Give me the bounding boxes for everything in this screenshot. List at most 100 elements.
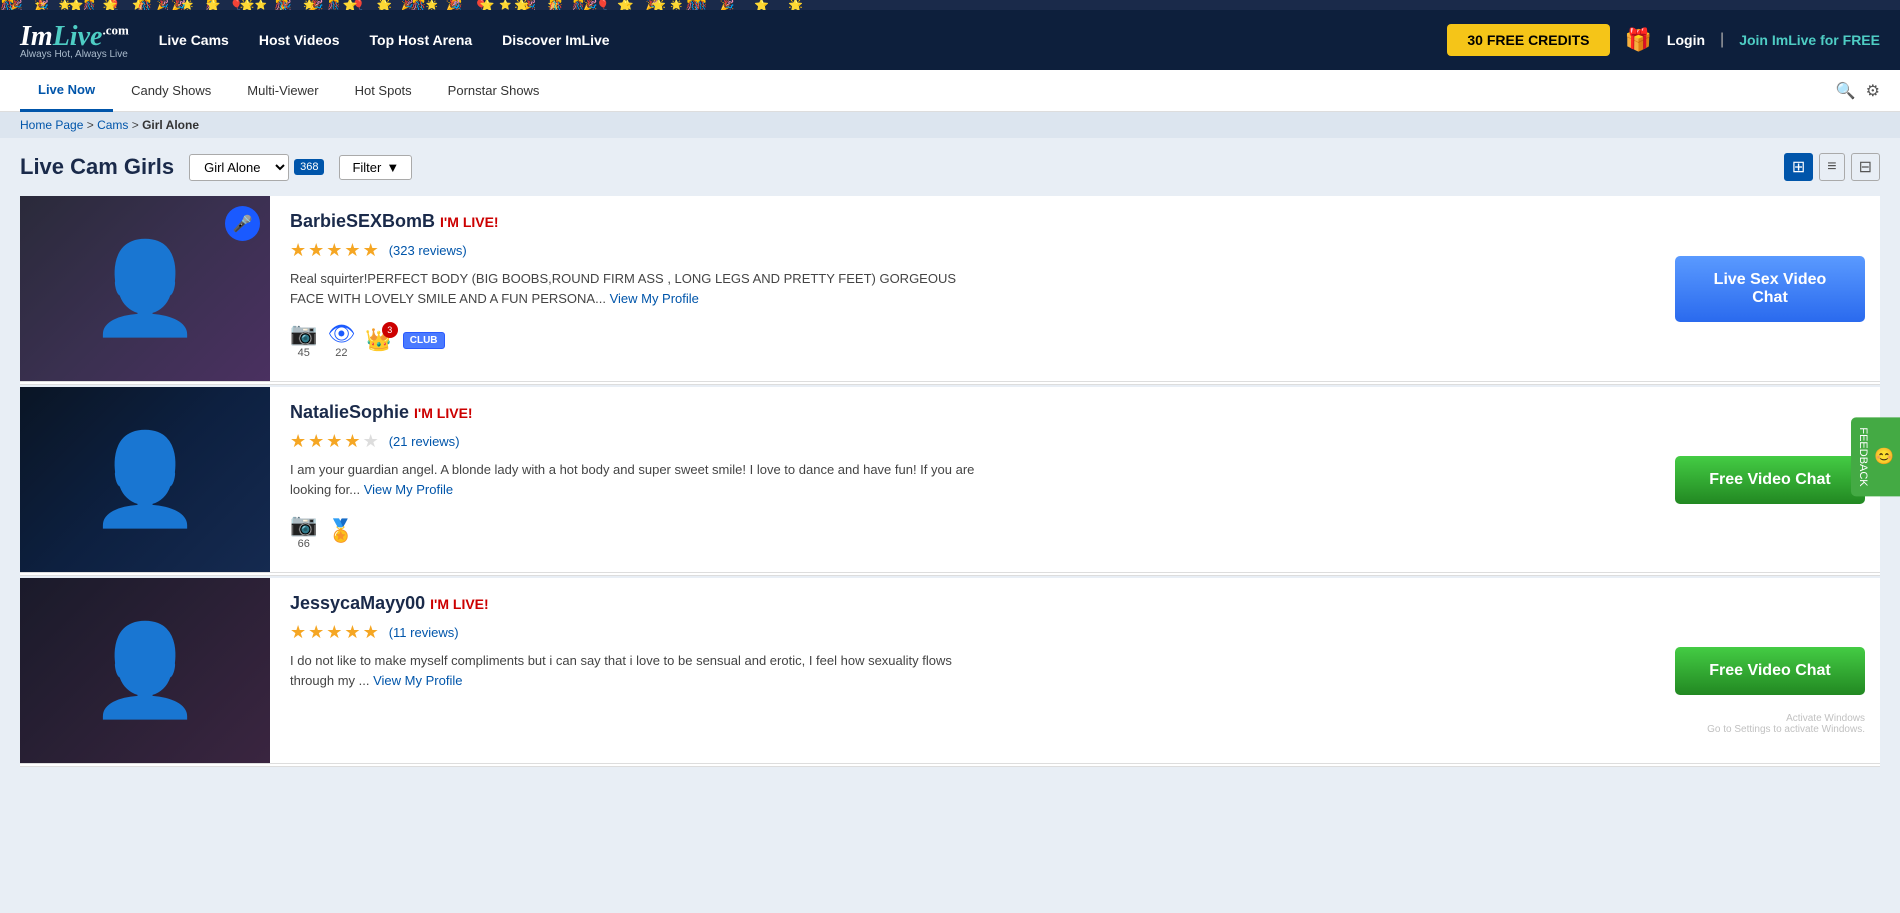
logo-tagline: Always Hot, Always Live — [20, 49, 129, 60]
join-link[interactable]: Join ImLive for FREE — [1739, 32, 1880, 48]
confetti-bar: 🎉⭐🌟🎊🎈⭐🎉🌟🎊🎈⭐🎉🌟🎊🎈⭐🎉🌟🎊🎈⭐🎉🌟🎊🎈⭐🎉🌟🎊 — [0, 0, 1900, 10]
reviews-link[interactable]: (323 reviews) — [389, 243, 467, 258]
model-name-row: NatalieSophie I'M LIVE! — [290, 402, 1640, 423]
model-thumbnail[interactable]: 👤 — [20, 387, 270, 572]
model-description: I am your guardian angel. A blonde lady … — [290, 460, 990, 499]
award-icon: 🏅 — [327, 518, 354, 544]
view-list-button[interactable]: ≡ — [1819, 153, 1844, 181]
viewers-count: 22 — [335, 347, 347, 359]
nav-host-videos[interactable]: Host Videos — [259, 32, 340, 48]
tab-live-now[interactable]: Live Now — [20, 70, 113, 112]
category-filter: Girl Alone 368 — [189, 154, 324, 181]
camera-icon: 📷 — [290, 321, 317, 347]
camera-icon: 📷 — [290, 512, 317, 538]
reviews-link[interactable]: (11 reviews) — [389, 625, 459, 640]
breadcrumb: Home Page > Cams > Girl Alone — [0, 112, 1900, 138]
logo: ImLive.com Always Hot, Always Live — [20, 21, 129, 60]
tab-multi-viewer[interactable]: Multi-Viewer — [229, 70, 336, 112]
live-sex-video-chat-button[interactable]: Live Sex Video Chat — [1675, 256, 1865, 322]
club-label: CLUB — [403, 332, 445, 349]
nav-top-host-arena[interactable]: Top Host Arena — [370, 32, 473, 48]
model-name[interactable]: BarbieSEXBomB — [290, 211, 435, 232]
filter-button[interactable]: Filter ▼ — [339, 155, 412, 180]
model-name-row: JessycaMayy00 I'M LIVE! — [290, 593, 1640, 614]
free-video-chat-button-2[interactable]: Free Video Chat — [1675, 647, 1865, 695]
model-list: 👤 🎤 BarbieSEXBomB I'M LIVE! ★ ★ ★ ★ — [20, 196, 1880, 769]
feedback-tab[interactable]: 😊 FEEDBACK — [1851, 417, 1900, 496]
star-rating: ★ ★ ★ ★ ★ — [290, 431, 379, 452]
view-profile-link[interactable]: View My Profile — [373, 673, 462, 688]
live-status-badge: I'M LIVE! — [440, 214, 499, 230]
search-icon[interactable]: 🔍 — [1836, 81, 1856, 101]
free-video-chat-button[interactable]: Free Video Chat — [1675, 456, 1865, 504]
table-row: 👤 JessycaMayy00 I'M LIVE! ★ ★ ★ ★ ★ — [20, 578, 1880, 767]
view-profile-link[interactable]: View My Profile — [610, 291, 699, 306]
model-name[interactable]: NatalieSophie — [290, 402, 409, 423]
model-action: Free Video Chat — [1660, 387, 1880, 572]
nav-live-cams[interactable]: Live Cams — [159, 32, 229, 48]
category-select[interactable]: Girl Alone — [189, 154, 289, 181]
model-thumbnail[interactable]: 👤 🎤 — [20, 196, 270, 381]
tab-hot-spots[interactable]: Hot Spots — [337, 70, 430, 112]
filter-settings-icon[interactable]: ⚙ — [1866, 81, 1880, 101]
feedback-emoji: 😊 — [1874, 446, 1894, 466]
breadcrumb-cams[interactable]: Cams — [97, 118, 128, 132]
viewers-badge: 🏅 — [327, 518, 354, 544]
star-rating: ★ ★ ★ ★ ★ — [290, 240, 379, 261]
sub-nav-right: 🔍 ⚙ — [1836, 81, 1880, 101]
watermark-text: Activate Windows — [1707, 713, 1865, 724]
model-card-jessyca: 👤 JessycaMayy00 I'M LIVE! ★ ★ ★ ★ ★ — [20, 578, 1880, 764]
tab-pornstar-shows[interactable]: Pornstar Shows — [430, 70, 558, 112]
tab-candy-shows[interactable]: Candy Shows — [113, 70, 229, 112]
model-info: BarbieSEXBomB I'M LIVE! ★ ★ ★ ★ ★ (323 r… — [270, 196, 1660, 381]
filter-chevron-icon: ▼ — [386, 160, 399, 175]
nav-discover-imlive[interactable]: Discover ImLive — [502, 32, 609, 48]
rating-row: ★ ★ ★ ★ ★ (11 reviews) — [290, 622, 1640, 643]
filter-label: Filter — [352, 160, 381, 175]
header-right: 30 FREE CREDITS 🎁 Login | Join ImLive fo… — [1447, 24, 1880, 56]
mic-icon: 🎤 — [225, 206, 260, 241]
camera-count: 66 — [298, 538, 310, 550]
model-name[interactable]: JessycaMayy00 — [290, 593, 425, 614]
table-row: 👤 🎤 BarbieSEXBomB I'M LIVE! ★ ★ ★ ★ — [20, 196, 1880, 385]
model-card-barbie: 👤 🎤 BarbieSEXBomB I'M LIVE! ★ ★ ★ ★ — [20, 196, 1880, 382]
model-action: Live Sex Video Chat — [1660, 196, 1880, 381]
count-badge: 368 — [294, 159, 324, 175]
watermark-subtext: Go to Settings to activate Windows. — [1707, 724, 1865, 735]
camera-badge: 📷 66 — [290, 512, 317, 550]
view-small-grid-button[interactable]: ⊟ — [1851, 153, 1880, 181]
model-action: Free Video Chat Activate Windows Go to S… — [1660, 578, 1880, 763]
live-status-badge: I'M LIVE! — [430, 596, 489, 612]
model-name-row: BarbieSEXBomB I'M LIVE! — [290, 211, 1640, 232]
header: ImLive.com Always Hot, Always Live Live … — [0, 10, 1900, 70]
crown-badge: 👑 3 — [365, 327, 392, 353]
feedback-label: FEEDBACK — [1857, 427, 1869, 486]
breadcrumb-current: Girl Alone — [142, 118, 199, 132]
camera-badge: 📷 45 — [290, 321, 317, 359]
view-toggle: ⊞ ≡ ⊟ — [1784, 153, 1880, 181]
live-status-badge: I'M LIVE! — [414, 405, 473, 421]
model-badges: 📷 45 👁 22 👑 3 CLUB — [290, 321, 1640, 359]
page-title: Live Cam Girls — [20, 154, 174, 180]
rating-row: ★ ★ ★ ★ ★ (21 reviews) — [290, 431, 1640, 452]
login-link[interactable]: Login — [1667, 32, 1705, 48]
table-row: 👤 NatalieSophie I'M LIVE! ★ ★ ★ ★ ★ — [20, 387, 1880, 576]
view-large-grid-button[interactable]: ⊞ — [1784, 153, 1813, 181]
gift-icon: 🎁 — [1625, 27, 1652, 53]
rating-row: ★ ★ ★ ★ ★ (323 reviews) — [290, 240, 1640, 261]
sub-nav: Live Now Candy Shows Multi-Viewer Hot Sp… — [0, 70, 1900, 112]
breadcrumb-home[interactable]: Home Page — [20, 118, 83, 132]
model-description: Real squirter!PERFECT BODY (BIG BOOBS,RO… — [290, 269, 990, 308]
viewers-badge: 👁 22 — [327, 321, 355, 359]
sub-nav-items: Live Now Candy Shows Multi-Viewer Hot Sp… — [20, 70, 1836, 112]
page-title-row: Live Cam Girls Girl Alone 368 Filter ▼ ⊞… — [20, 153, 1880, 181]
viewers-icon: 👁 — [327, 321, 355, 347]
club-badge: CLUB — [403, 332, 445, 349]
credits-button[interactable]: 30 FREE CREDITS — [1447, 24, 1609, 56]
view-profile-link[interactable]: View My Profile — [364, 482, 453, 497]
reviews-link[interactable]: (21 reviews) — [389, 434, 460, 449]
model-info: JessycaMayy00 I'M LIVE! ★ ★ ★ ★ ★ (11 re… — [270, 578, 1660, 763]
model-card-natalie: 👤 NatalieSophie I'M LIVE! ★ ★ ★ ★ ★ — [20, 387, 1880, 573]
model-thumbnail[interactable]: 👤 — [20, 578, 270, 763]
camera-count: 45 — [298, 347, 310, 359]
